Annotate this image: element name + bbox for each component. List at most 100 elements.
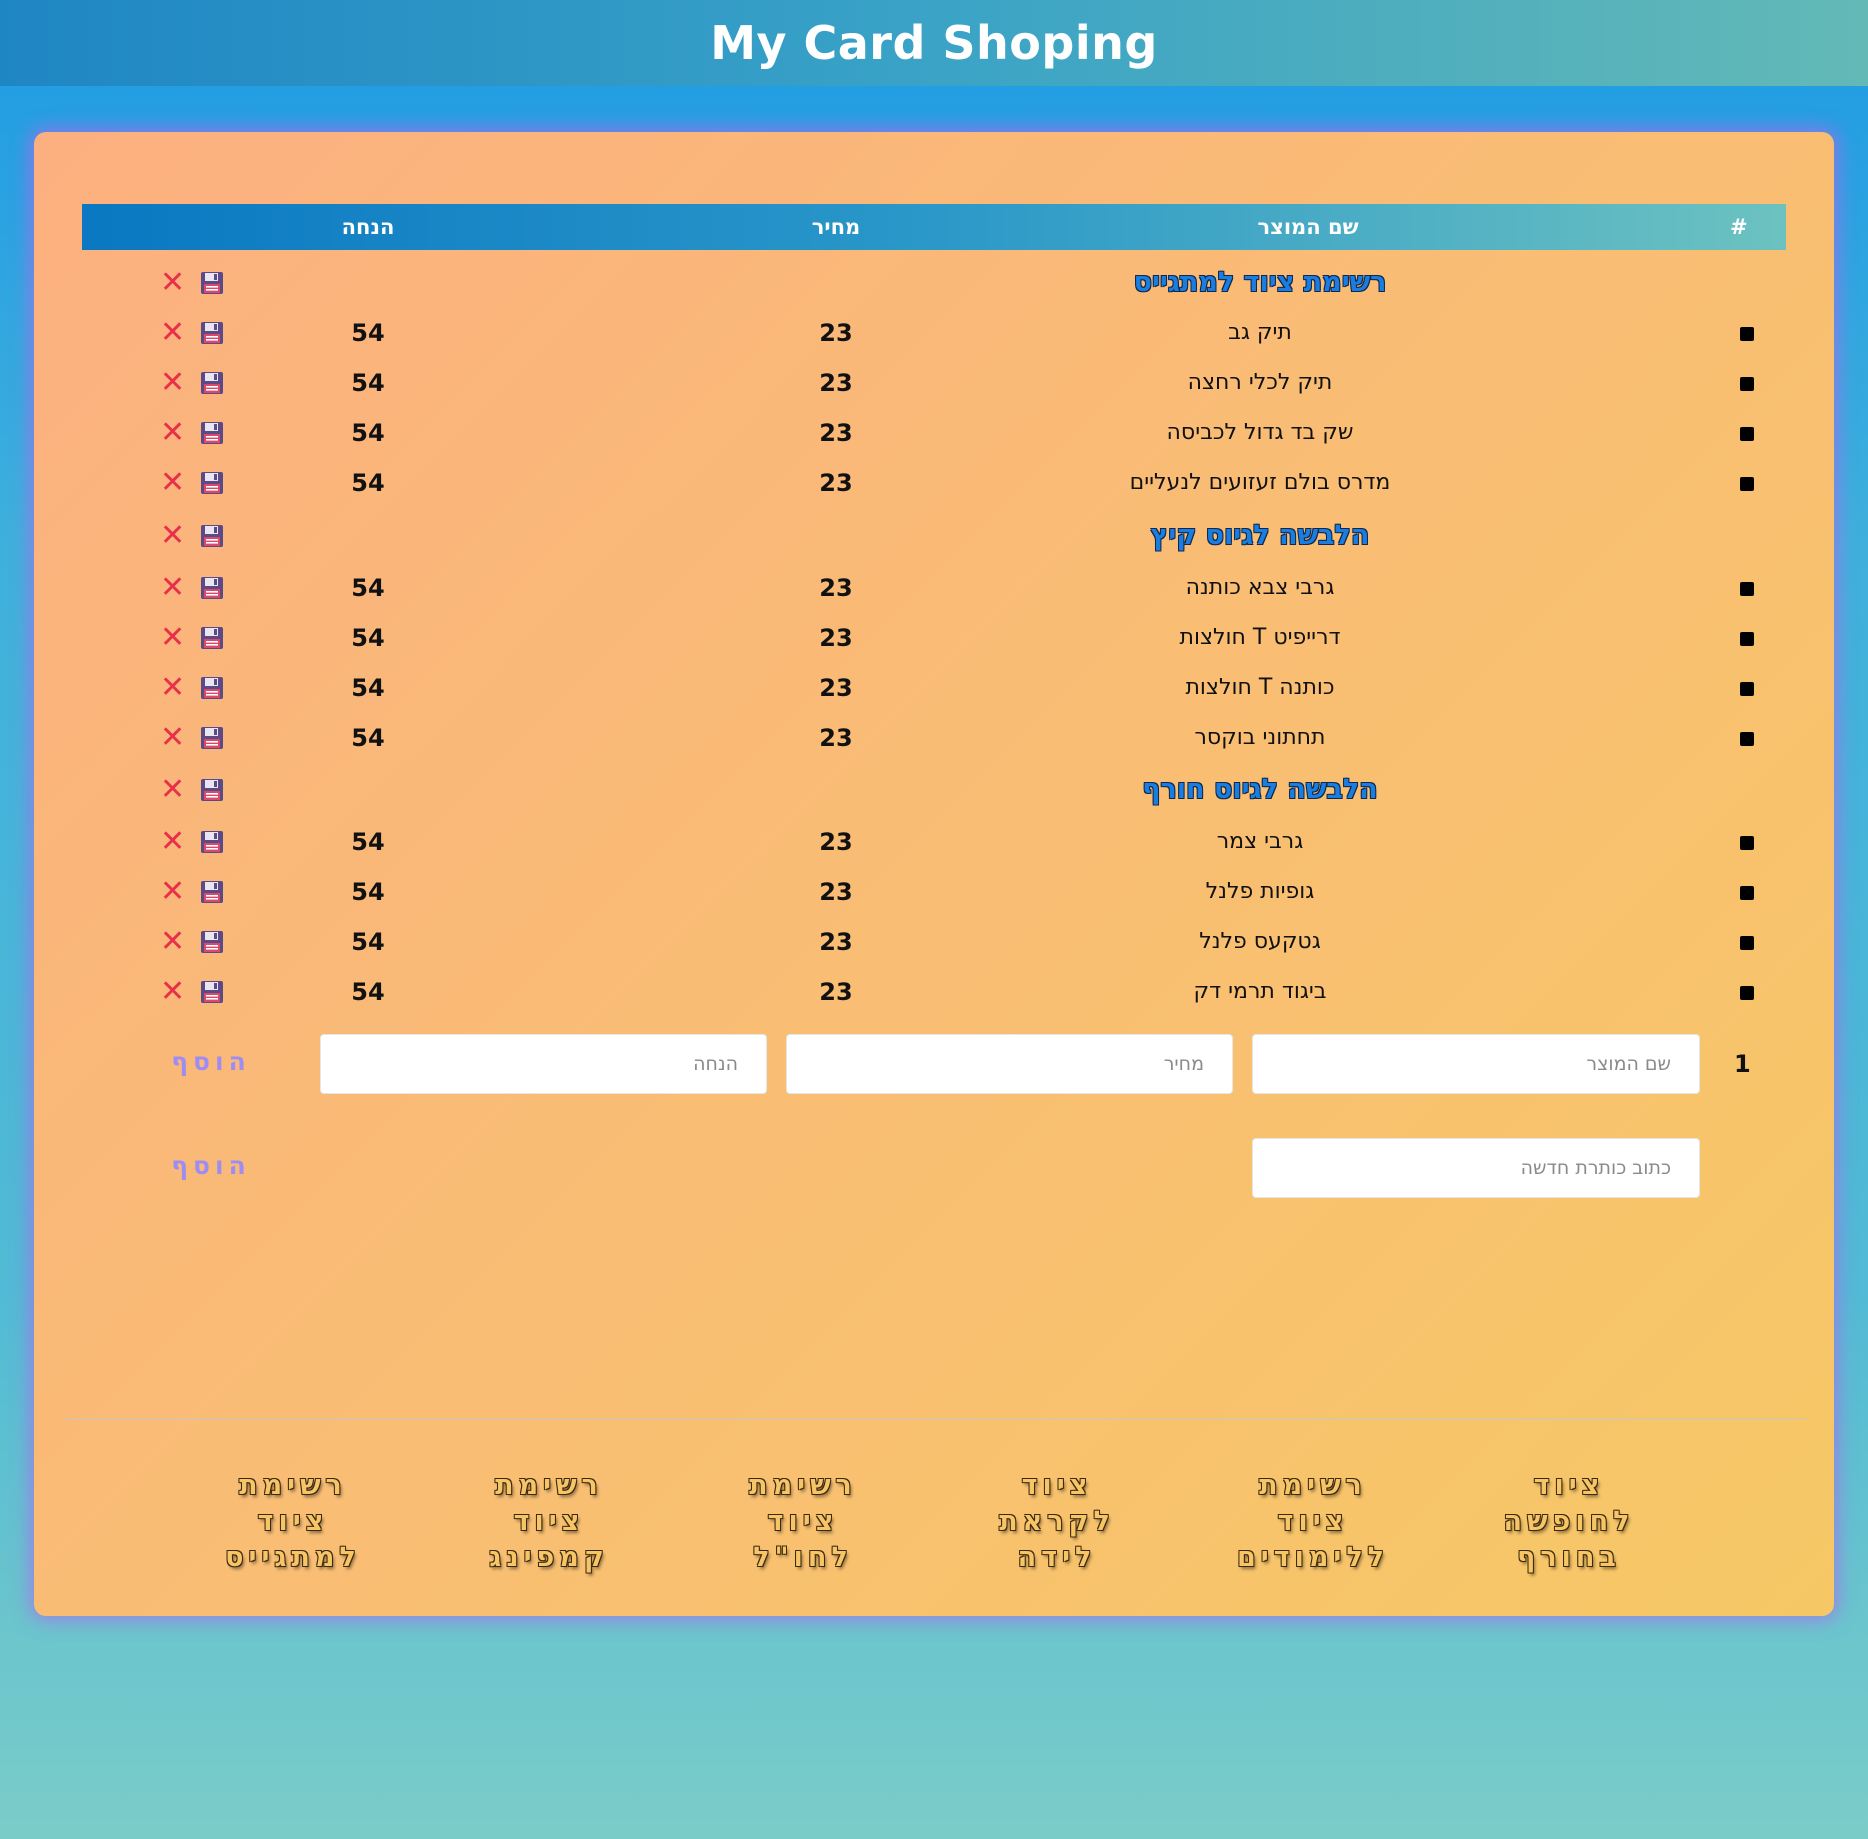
save-icon[interactable] [200,830,224,854]
product-discount: 54 [351,928,385,956]
shopping-card: # שם המוצר מחיר הנחה רשימת ציוד למתגייס ✕… [34,132,1834,1616]
price-input[interactable] [786,1034,1233,1094]
product-price: 23 [819,674,853,702]
bullet-icon [1740,836,1754,850]
delete-icon[interactable]: ✕ [160,361,185,405]
new-row-number: 1 [1734,1050,1751,1078]
delete-icon[interactable]: ✕ [160,514,185,558]
save-icon[interactable] [200,930,224,954]
table-row: גרבי צמר 23 54 ✕ [34,820,1834,864]
product-price: 23 [819,369,853,397]
bullet-icon [1740,682,1754,696]
discount-input[interactable] [320,1034,767,1094]
delete-icon[interactable]: ✕ [160,920,185,964]
table-row: תיק גב 23 54 ✕ [34,311,1834,355]
table-row: תחתוני בוקסר 23 54 ✕ [34,716,1834,760]
product-price: 23 [819,828,853,856]
column-index: # [1730,215,1748,239]
delete-icon[interactable]: ✕ [160,820,185,864]
section-heading: הלבשה לגיוס קיץ [1150,520,1370,551]
delete-icon[interactable]: ✕ [160,666,185,710]
bullet-icon [1740,936,1754,950]
save-icon[interactable] [200,321,224,345]
product-price: 23 [819,574,853,602]
save-icon[interactable] [200,778,224,802]
product-name: חולצות T כותנה [1185,675,1335,700]
top-bar: My Card Shoping [0,0,1868,86]
product-discount: 54 [351,724,385,752]
page-title: My Card Shoping [710,16,1158,70]
delete-icon[interactable]: ✕ [160,311,185,355]
product-name: גטקעס פלנל [1199,929,1321,954]
delete-icon[interactable]: ✕ [160,261,185,305]
save-icon[interactable] [200,626,224,650]
nav-link-studies[interactable]: רשימת ציוד ללימודים [1208,1468,1418,1576]
footer-divider [64,1418,1806,1419]
table-row: שק בד גדול לכביסה 23 54 ✕ [34,411,1834,455]
product-name: תיק גב [1228,320,1292,345]
bullet-icon [1740,427,1754,441]
product-name-input[interactable] [1252,1034,1700,1094]
table-heading-row: הלבשה לגיוס קיץ ✕ [34,514,1834,558]
product-name: תחתוני בוקסר [1194,725,1326,750]
delete-icon[interactable]: ✕ [160,768,185,812]
product-price: 23 [819,928,853,956]
bullet-icon [1740,632,1754,646]
save-icon[interactable] [200,880,224,904]
nav-link-abroad[interactable]: רשימת ציוד לחו"ל [698,1468,908,1576]
save-icon[interactable] [200,371,224,395]
product-discount: 54 [351,319,385,347]
product-name: מדרס בולם זעזועים לנעליים [1129,470,1391,495]
table-heading-row: הלבשה לגיוס חורף ✕ [34,768,1834,812]
nav-link-winter-vacation[interactable]: ציוד לחופשה בחורף [1464,1468,1674,1576]
product-discount: 54 [351,419,385,447]
new-heading-input[interactable] [1252,1138,1700,1198]
product-price: 23 [819,469,853,497]
save-icon[interactable] [200,421,224,445]
add-item-button[interactable]: הוסף [156,1046,266,1077]
product-discount: 54 [351,624,385,652]
delete-icon[interactable]: ✕ [160,411,185,455]
nav-link-birth[interactable]: ציוד לקראת לידה [952,1468,1162,1576]
column-discount: הנחה [341,215,395,239]
table-row: גרבי צבא כותנה 23 54 ✕ [34,566,1834,610]
save-icon[interactable] [200,980,224,1004]
bullet-icon [1740,582,1754,596]
table-row: חולצות T כותנה 23 54 ✕ [34,666,1834,710]
bullet-icon [1740,477,1754,491]
product-price: 23 [819,978,853,1006]
product-discount: 54 [351,674,385,702]
column-price: מחיר [811,215,861,239]
save-icon[interactable] [200,271,224,295]
product-discount: 54 [351,828,385,856]
product-name: גרבי צבא כותנה [1185,575,1335,600]
nav-link-enlistee[interactable]: רשימת ציוד למתגייס [188,1468,398,1576]
delete-icon[interactable]: ✕ [160,870,185,914]
save-icon[interactable] [200,676,224,700]
delete-icon[interactable]: ✕ [160,970,185,1014]
table-row: גטקעס פלנל 23 54 ✕ [34,920,1834,964]
save-icon[interactable] [200,726,224,750]
product-discount: 54 [351,878,385,906]
product-name: ביגוד תרמי דק [1193,979,1327,1004]
save-icon[interactable] [200,524,224,548]
delete-icon[interactable]: ✕ [160,461,185,505]
table-header: # שם המוצר מחיר הנחה [82,204,1786,250]
product-name: שק בד גדול לכביסה [1166,420,1354,445]
product-discount: 54 [351,469,385,497]
product-discount: 54 [351,574,385,602]
delete-icon[interactable]: ✕ [160,716,185,760]
delete-icon[interactable]: ✕ [160,566,185,610]
nav-link-camping[interactable]: רשימת ציוד קמפינג [444,1468,654,1576]
product-price: 23 [819,878,853,906]
table-row: תיק לכלי רחצה 23 54 ✕ [34,361,1834,405]
bullet-icon [1740,377,1754,391]
save-icon[interactable] [200,471,224,495]
section-heading: הלבשה לגיוס חורף [1142,774,1378,805]
table-row: חולצות T דרייפיט 23 54 ✕ [34,616,1834,660]
add-heading-button[interactable]: הוסף [156,1150,266,1181]
save-icon[interactable] [200,576,224,600]
product-price: 23 [819,419,853,447]
product-price: 23 [819,724,853,752]
delete-icon[interactable]: ✕ [160,616,185,660]
